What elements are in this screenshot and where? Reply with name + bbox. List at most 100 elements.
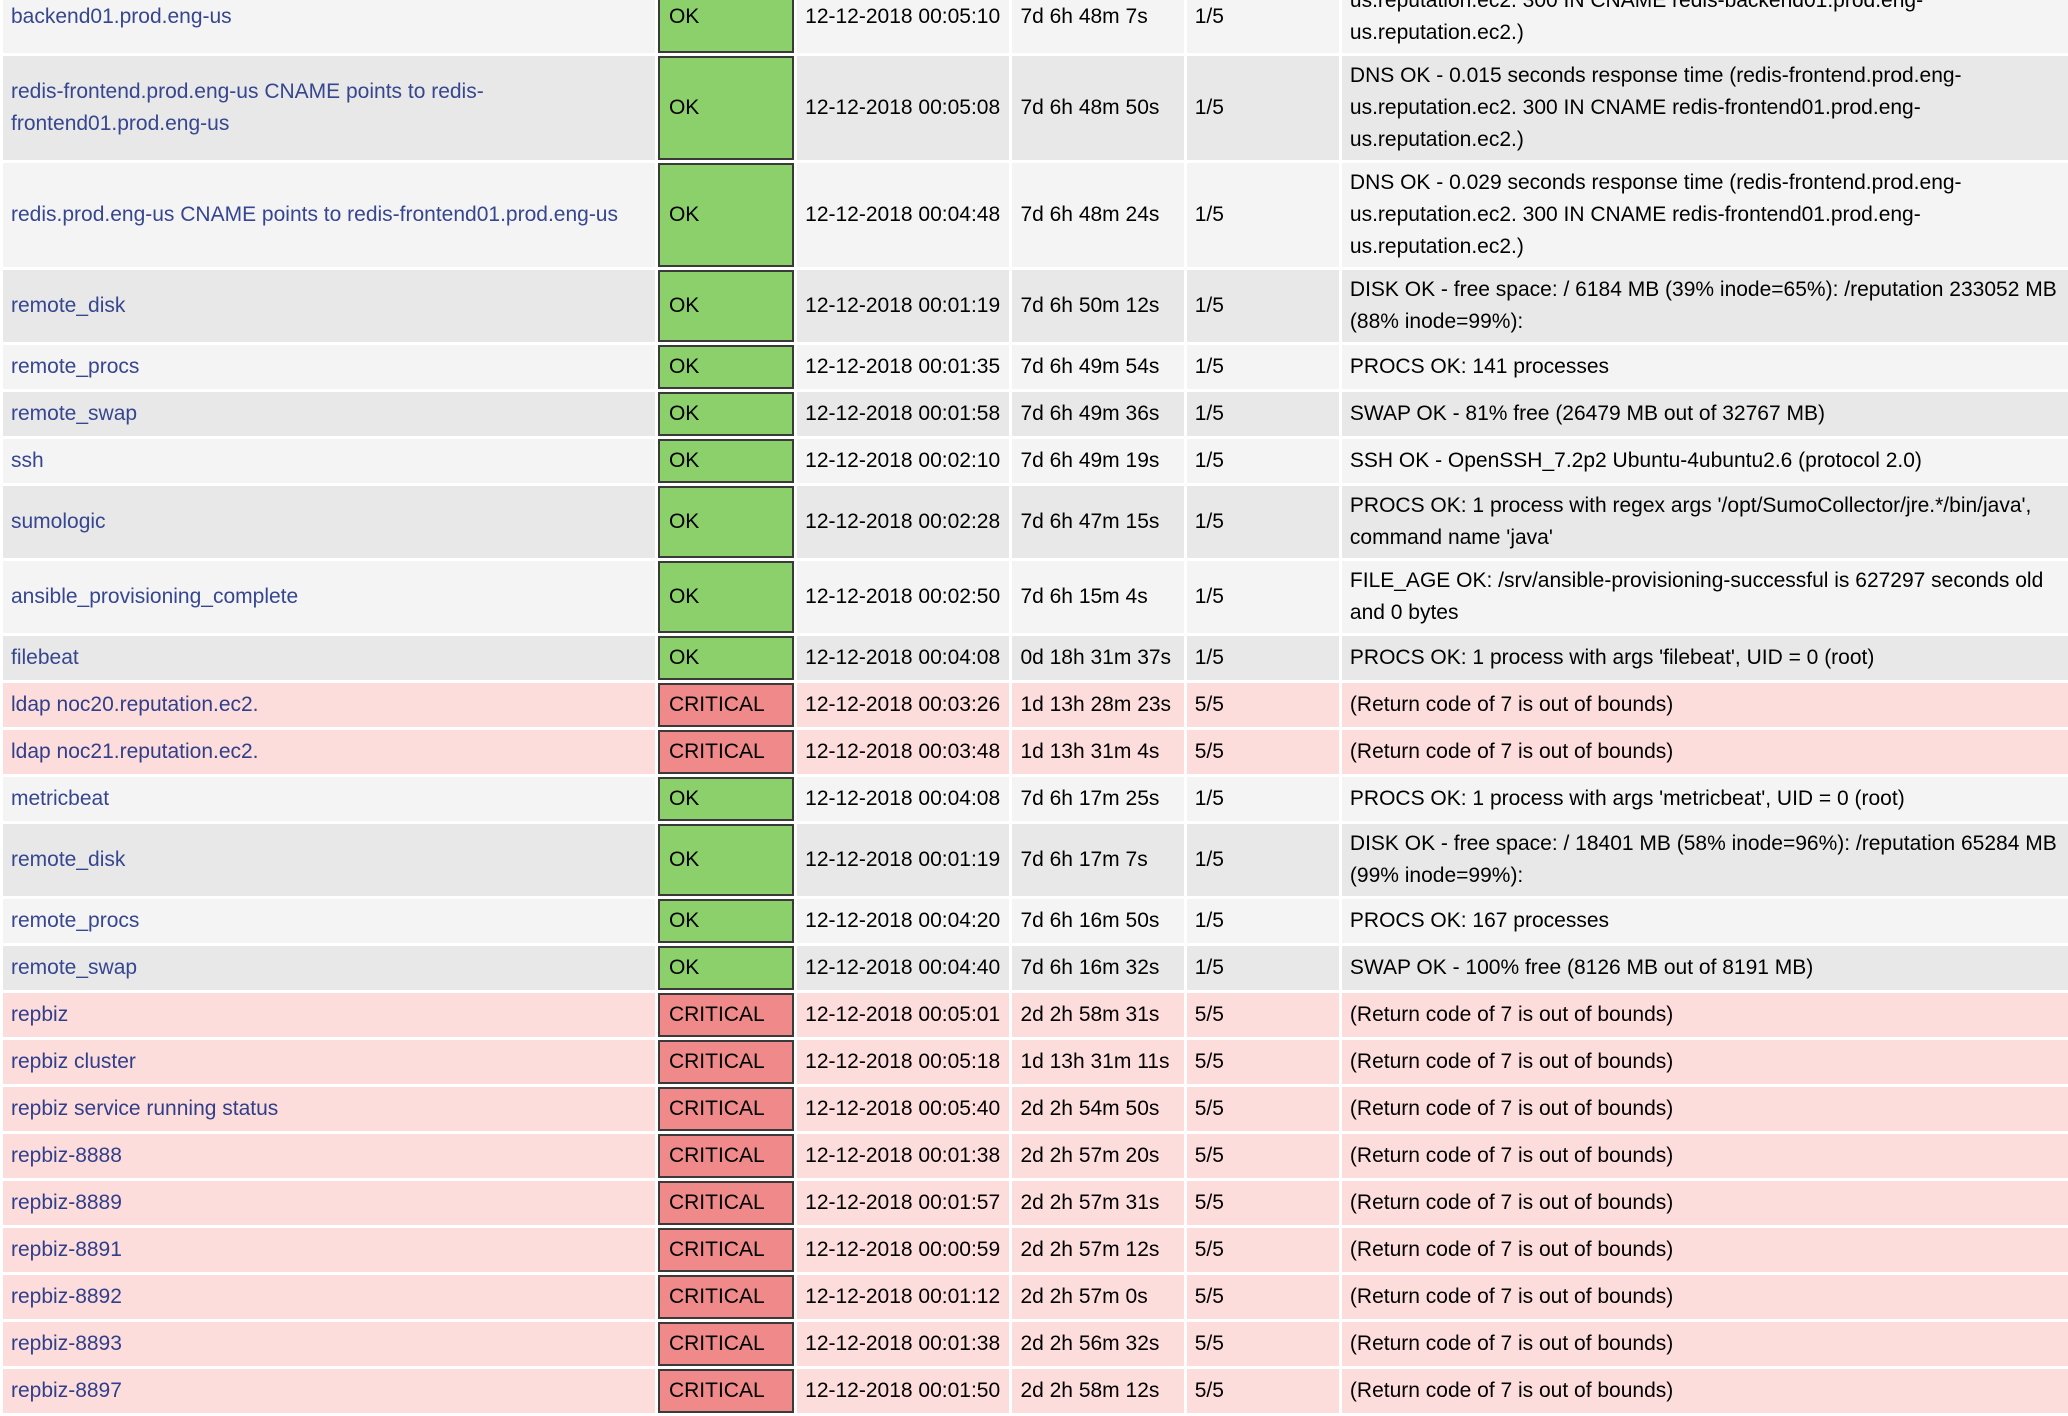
service-status-table: backend01.prod.eng-us OK 12-12-2018 00:0… — [0, 0, 2068, 1416]
last-check-cell: 12-12-2018 00:04:40 — [797, 946, 1010, 990]
last-check-cell: 12-12-2018 00:05:01 — [797, 993, 1010, 1037]
service-link[interactable]: ansible_provisioning_complete — [11, 585, 298, 608]
service-cell: remote_disk — [3, 270, 655, 342]
status-badge: CRITICAL — [657, 1228, 795, 1272]
last-check-cell: 12-12-2018 00:05:08 — [797, 56, 1010, 160]
service-link[interactable]: remote_swap — [11, 402, 137, 425]
service-row: repbiz CRITICAL 12-12-2018 00:05:01 2d 2… — [3, 993, 2068, 1037]
service-rows: backend01.prod.eng-us OK 12-12-2018 00:0… — [3, 0, 2068, 1413]
status-info-cell: FILE_AGE OK: /srv/ansible-provisioning-s… — [1341, 561, 2068, 633]
status-badge: OK — [657, 392, 795, 436]
service-link[interactable]: sumologic — [11, 510, 106, 533]
service-row: remote_disk OK 12-12-2018 00:01:19 7d 6h… — [3, 824, 2068, 896]
status-badge: CRITICAL — [657, 1134, 795, 1178]
status-info-cell: SWAP OK - 100% free (8126 MB out of 8191… — [1341, 946, 2068, 990]
duration-cell: 7d 6h 16m 50s — [1012, 899, 1184, 943]
attempt-cell: 5/5 — [1186, 993, 1339, 1037]
status-badge: OK — [657, 636, 795, 680]
attempt-cell: 1/5 — [1186, 824, 1339, 896]
attempt-cell: 1/5 — [1186, 163, 1339, 267]
service-row: remote_disk OK 12-12-2018 00:01:19 7d 6h… — [3, 270, 2068, 342]
service-link[interactable]: repbiz-8892 — [11, 1285, 122, 1308]
duration-cell: 7d 6h 48m 7s — [1012, 0, 1184, 53]
status-info-cell: (Return code of 7 is out of bounds) — [1341, 1040, 2068, 1084]
service-row: repbiz-8897 CRITICAL 12-12-2018 00:01:50… — [3, 1369, 2068, 1413]
attempt-cell: 5/5 — [1186, 1181, 1339, 1225]
service-link[interactable]: remote_disk — [11, 848, 125, 871]
service-row: repbiz-8888 CRITICAL 12-12-2018 00:01:38… — [3, 1134, 2068, 1178]
service-link[interactable]: metricbeat — [11, 787, 109, 810]
attempt-cell: 1/5 — [1186, 636, 1339, 680]
status-badge: CRITICAL — [657, 1322, 795, 1366]
service-link[interactable]: repbiz-8897 — [11, 1379, 122, 1402]
attempt-cell: 1/5 — [1186, 561, 1339, 633]
service-cell: remote_procs — [3, 899, 655, 943]
service-link[interactable]: backend01.prod.eng-us — [11, 5, 232, 28]
duration-cell: 7d 6h 48m 50s — [1012, 56, 1184, 160]
last-check-cell: 12-12-2018 00:03:48 — [797, 730, 1010, 774]
service-link[interactable]: ssh — [11, 449, 44, 472]
last-check-cell: 12-12-2018 00:01:38 — [797, 1134, 1010, 1178]
duration-cell: 2d 2h 57m 12s — [1012, 1228, 1184, 1272]
service-link[interactable]: repbiz — [11, 1003, 68, 1026]
service-cell: remote_disk — [3, 824, 655, 896]
last-check-cell: 12-12-2018 00:01:38 — [797, 1322, 1010, 1366]
last-check-cell: 12-12-2018 00:05:10 — [797, 0, 1010, 53]
duration-cell: 2d 2h 58m 12s — [1012, 1369, 1184, 1413]
last-check-cell: 12-12-2018 00:00:59 — [797, 1228, 1010, 1272]
last-check-cell: 12-12-2018 00:01:19 — [797, 824, 1010, 896]
attempt-cell: 1/5 — [1186, 899, 1339, 943]
service-link[interactable]: repbiz cluster — [11, 1050, 136, 1073]
status-info-cell: PROCS OK: 1 process with args 'metricbea… — [1341, 777, 2068, 821]
service-row: ansible_provisioning_complete OK 12-12-2… — [3, 561, 2068, 633]
service-link[interactable]: ldap noc20.reputation.ec2. — [11, 693, 259, 716]
attempt-cell: 1/5 — [1186, 439, 1339, 483]
service-cell: repbiz service running status — [3, 1087, 655, 1131]
service-link[interactable]: remote_procs — [11, 355, 139, 378]
service-cell: metricbeat — [3, 777, 655, 821]
service-cell: repbiz-8893 — [3, 1322, 655, 1366]
duration-cell: 0d 18h 31m 37s — [1012, 636, 1184, 680]
service-row: ldap noc20.reputation.ec2. CRITICAL 12-1… — [3, 683, 2068, 727]
service-cell: remote_swap — [3, 392, 655, 436]
service-link[interactable]: filebeat — [11, 646, 79, 669]
attempt-cell: 5/5 — [1186, 1322, 1339, 1366]
service-cell: backend01.prod.eng-us — [3, 0, 655, 53]
service-cell: repbiz-8888 — [3, 1134, 655, 1178]
last-check-cell: 12-12-2018 00:04:20 — [797, 899, 1010, 943]
duration-cell: 7d 6h 49m 54s — [1012, 345, 1184, 389]
duration-cell: 7d 6h 47m 15s — [1012, 486, 1184, 558]
service-link[interactable]: repbiz-8888 — [11, 1144, 122, 1167]
attempt-cell: 1/5 — [1186, 946, 1339, 990]
last-check-cell: 12-12-2018 00:05:40 — [797, 1087, 1010, 1131]
duration-cell: 7d 6h 17m 7s — [1012, 824, 1184, 896]
service-cell: sumologic — [3, 486, 655, 558]
attempt-cell: 1/5 — [1186, 392, 1339, 436]
service-cell: repbiz cluster — [3, 1040, 655, 1084]
service-row: remote_procs OK 12-12-2018 00:01:35 7d 6… — [3, 345, 2068, 389]
service-link[interactable]: repbiz-8889 — [11, 1191, 122, 1214]
last-check-cell: 12-12-2018 00:01:58 — [797, 392, 1010, 436]
status-badge: CRITICAL — [657, 1369, 795, 1413]
duration-cell: 7d 6h 50m 12s — [1012, 270, 1184, 342]
status-info-cell: PROCS OK: 167 processes — [1341, 899, 2068, 943]
service-link[interactable]: remote_swap — [11, 956, 137, 979]
duration-cell: 7d 6h 15m 4s — [1012, 561, 1184, 633]
service-link[interactable]: ldap noc21.reputation.ec2. — [11, 740, 259, 763]
service-row: remote_swap OK 12-12-2018 00:04:40 7d 6h… — [3, 946, 2068, 990]
service-link[interactable]: repbiz-8891 — [11, 1238, 122, 1261]
status-info-cell: SWAP OK - 81% free (26479 MB out of 3276… — [1341, 392, 2068, 436]
service-link[interactable]: repbiz-8893 — [11, 1332, 122, 1355]
last-check-cell: 12-12-2018 00:01:12 — [797, 1275, 1010, 1319]
last-check-cell: 12-12-2018 00:01:35 — [797, 345, 1010, 389]
service-link[interactable]: redis-frontend.prod.eng-us CNAME points … — [11, 80, 484, 135]
service-link[interactable]: remote_procs — [11, 909, 139, 932]
service-link[interactable]: redis.prod.eng-us CNAME points to redis-… — [11, 203, 618, 226]
service-row: backend01.prod.eng-us OK 12-12-2018 00:0… — [3, 0, 2068, 53]
last-check-cell: 12-12-2018 00:02:10 — [797, 439, 1010, 483]
service-link[interactable]: repbiz service running status — [11, 1097, 278, 1120]
status-badge: OK — [657, 777, 795, 821]
last-check-cell: 12-12-2018 00:04:48 — [797, 163, 1010, 267]
service-link[interactable]: remote_disk — [11, 294, 125, 317]
status-badge: OK — [657, 561, 795, 633]
